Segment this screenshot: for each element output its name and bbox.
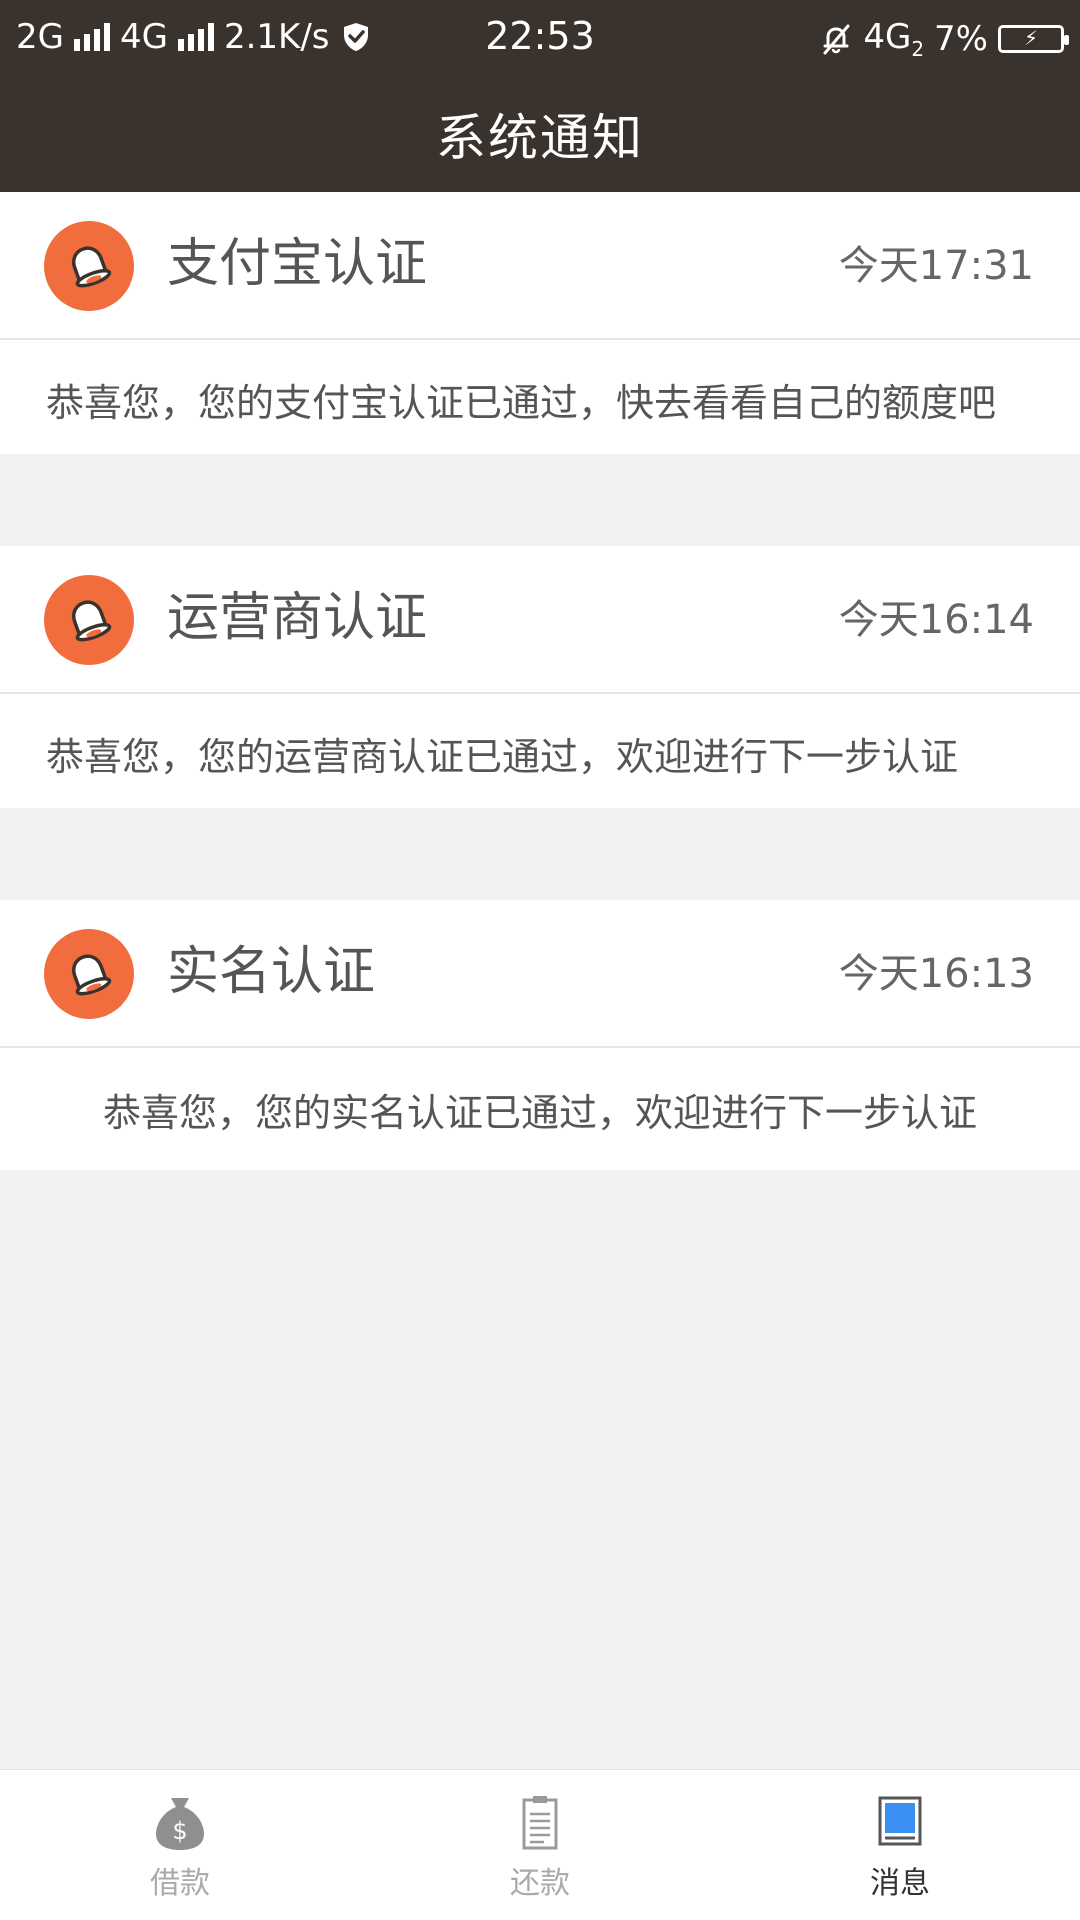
notification-header: 支付宝认证 今天17:31	[0, 192, 1080, 340]
notification-card[interactable]: 实名认证 今天16:13 恭喜您，您的实名认证已通过，欢迎进行下一步认证	[0, 900, 1080, 1170]
battery-icon: ⚡	[998, 24, 1069, 53]
battery-percent: 7%	[934, 18, 988, 59]
svg-text:$: $	[172, 1817, 187, 1845]
receipt-icon	[522, 1796, 558, 1850]
notification-title: 实名认证	[167, 942, 376, 1002]
bell-icon	[44, 221, 134, 311]
notification-title: 运营商认证	[167, 588, 428, 648]
tab-messages[interactable]: 消息	[720, 1770, 1080, 1920]
tab-label: 消息	[870, 1866, 930, 1901]
notification-message: 恭喜您，您的实名认证已通过，欢迎进行下一步认证	[102, 1091, 977, 1135]
notification-card[interactable]: 支付宝认证 今天17:31 恭喜您，您的支付宝认证已通过，快去看看自己的额度吧	[0, 192, 1080, 454]
message-icon	[878, 1796, 922, 1846]
tab-repay[interactable]: 还款	[360, 1770, 720, 1920]
tab-label: 借款	[150, 1866, 210, 1901]
bottom-tab-bar: $ 借款 还款 消息	[0, 1769, 1080, 1920]
notification-header: 运营商认证 今天16:14	[0, 546, 1080, 694]
money-bag-icon: $	[156, 1798, 204, 1850]
notification-time: 今天16:13	[838, 951, 1034, 997]
notification-time: 今天17:31	[838, 243, 1034, 289]
alarm-off-icon	[823, 24, 850, 55]
network-4g2-label: 4G2	[863, 17, 925, 61]
page-title-bar: 系统通知	[0, 75, 1080, 192]
notification-message: 恭喜您，您的运营商认证已通过，欢迎进行下一步认证	[46, 735, 959, 779]
status-bar: 2G 4G 2.1K/s 22:53 4G2 7% ⚡	[0, 0, 1080, 75]
tab-label: 还款	[510, 1866, 570, 1901]
page-title: 系统通知	[436, 108, 644, 167]
notification-message: 恭喜您，您的支付宝认证已通过，快去看看自己的额度吧	[46, 381, 997, 425]
notification-card[interactable]: 运营商认证 今天16:14 恭喜您，您的运营商认证已通过，欢迎进行下一步认证	[0, 546, 1080, 808]
notification-time: 今天16:14	[838, 597, 1034, 643]
tab-loan[interactable]: $ 借款	[0, 1770, 360, 1920]
bell-icon	[44, 929, 134, 1019]
notification-header: 实名认证 今天16:13	[0, 900, 1080, 1048]
bell-icon	[44, 575, 134, 665]
status-right: 4G2 7% ⚡	[819, 17, 1069, 61]
notification-title: 支付宝认证	[167, 234, 428, 294]
